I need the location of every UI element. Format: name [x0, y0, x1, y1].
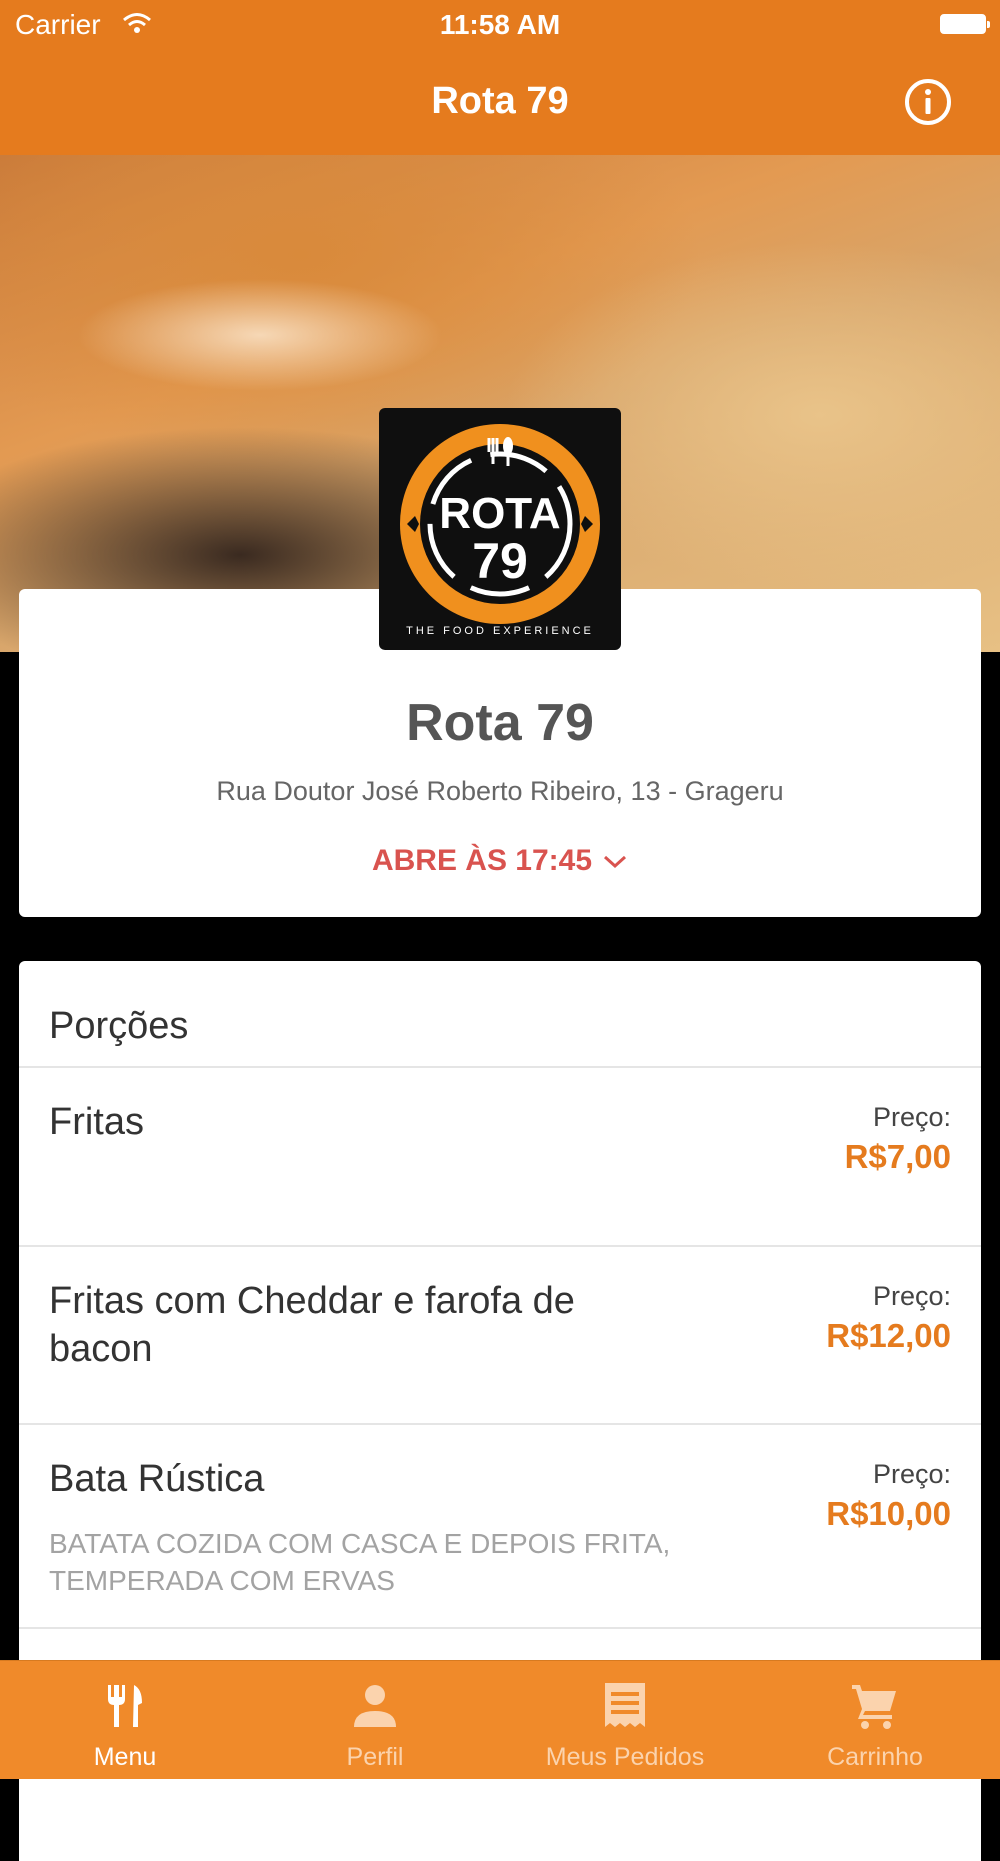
divider — [19, 1627, 981, 1629]
opening-hours-label: ABRE ÀS 17:45 — [371, 844, 593, 877]
tab-menu[interactable]: Menu — [0, 1661, 250, 1779]
info-button[interactable] — [904, 78, 952, 126]
price-label: Preço: — [872, 1102, 951, 1132]
tab-bar: Menu Perfil Meus Pedidos Carrinho — [0, 1660, 1000, 1779]
store-logo: ROTA 79 THE FOOD EXPERIENCE — [379, 408, 621, 650]
tab-meus-pedidos[interactable]: Meus Pedidos — [500, 1661, 750, 1779]
section-title: Porções — [49, 1005, 189, 1047]
tab-label: Carrinho — [827, 1743, 923, 1771]
price-label: Preço: — [872, 1281, 951, 1311]
tab-carrinho[interactable]: Carrinho — [750, 1661, 1000, 1779]
menu-item[interactable]: Bata Rústica BATATA COZIDA COM CASCA E D… — [19, 1425, 981, 1625]
tab-label: Perfil — [346, 1743, 404, 1771]
item-name: Fritas com Cheddar e farofa de bacon — [49, 1280, 575, 1370]
store-name: Rota 79 — [406, 694, 594, 752]
fork-knife-icon — [108, 1685, 142, 1727]
opening-hours-toggle[interactable]: ABRE ÀS 17:45 — [19, 844, 981, 879]
cart-icon — [852, 1685, 896, 1729]
info-circle-icon — [905, 79, 951, 125]
person-icon — [354, 1685, 396, 1727]
tab-label: Meus Pedidos — [545, 1743, 705, 1771]
status-time: 11:58 AM — [439, 9, 561, 40]
logo-text-top: ROTA — [439, 489, 560, 538]
logo-tagline: THE FOOD EXPERIENCE — [406, 625, 594, 637]
item-name: Bata Rústica — [49, 1458, 265, 1500]
menu-item[interactable]: Fritas Preço: R$7,00 — [19, 1068, 981, 1245]
price-label: Preço: — [872, 1459, 951, 1489]
tab-perfil[interactable]: Perfil — [250, 1661, 500, 1779]
receipt-icon — [605, 1683, 645, 1727]
tab-label: Menu — [93, 1743, 157, 1771]
status-bar: Carrier 11:58 AM — [0, 0, 1000, 50]
item-name: Fritas — [49, 1101, 144, 1143]
nav-bar: Rota 79 — [0, 50, 1000, 155]
battery-icon — [940, 14, 990, 34]
logo-text-bottom: 79 — [472, 533, 528, 589]
price-value: R$10,00 — [826, 1495, 951, 1532]
chevron-down-icon — [602, 845, 628, 879]
menu-item[interactable]: Fritas com Cheddar e farofa de bacon Pre… — [19, 1247, 981, 1423]
nav-title: Rota 79 — [431, 80, 569, 122]
store-address: Rua Doutor José Roberto Ribeiro, 13 - Gr… — [216, 776, 784, 806]
price-value: R$7,00 — [844, 1138, 951, 1175]
price-value: R$12,00 — [826, 1317, 951, 1354]
item-description: BATATA COZIDA COM CASCA E DEPOIS FRITA, … — [49, 1528, 671, 1596]
